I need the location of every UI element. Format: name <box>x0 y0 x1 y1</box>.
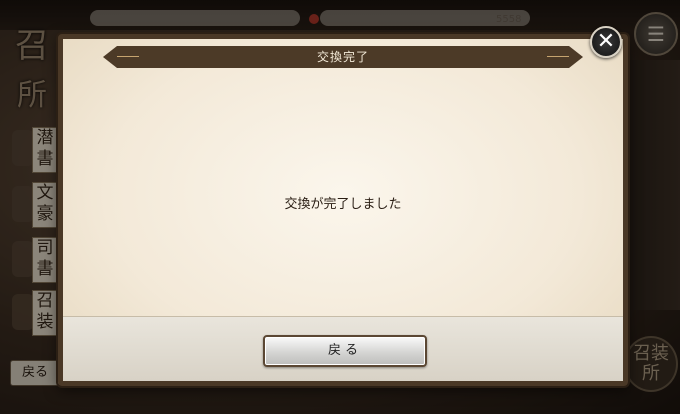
dialog-message: 交換が完了しました <box>284 197 402 212</box>
dialog-title: 交換完了 <box>316 50 369 64</box>
close-icon[interactable]: ✕ <box>590 26 622 58</box>
exchange-complete-dialog: 交換完了 交換が完了しました 戻る <box>58 34 628 386</box>
dialog-title-banner: 交換完了 <box>103 46 583 68</box>
back-button[interactable]: 戻る <box>263 335 427 367</box>
